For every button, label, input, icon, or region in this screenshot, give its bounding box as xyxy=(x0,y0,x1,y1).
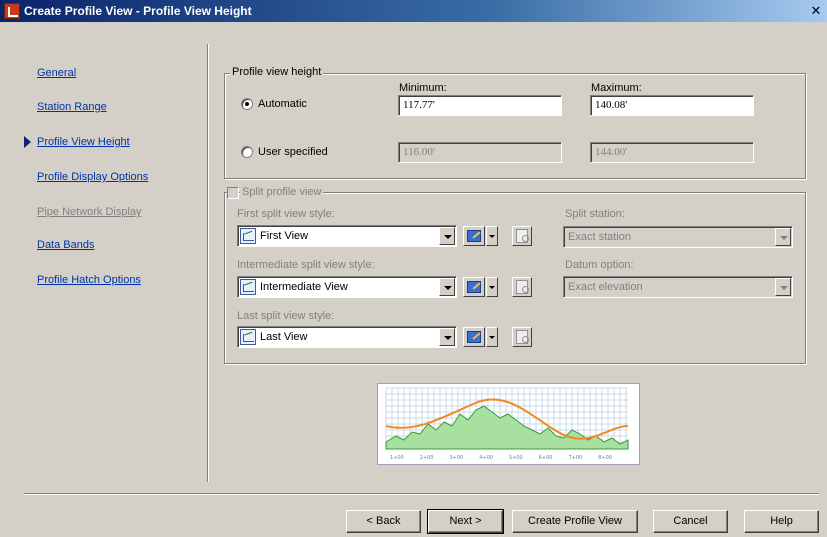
close-icon[interactable]: ✕ xyxy=(807,2,825,20)
intermediate-split-style-select[interactable]: Intermediate View xyxy=(237,276,457,298)
edit-style-icon xyxy=(467,331,481,343)
user-minimum-field: 116.00' xyxy=(398,142,562,163)
nav-item-general[interactable]: General xyxy=(37,67,76,79)
user-specified-radio[interactable] xyxy=(241,146,253,158)
first-split-style-label: First split view style: xyxy=(237,208,335,220)
user-specified-label[interactable]: User specified xyxy=(258,146,328,158)
nav-item-profile-view-height[interactable]: Profile View Height xyxy=(37,136,130,148)
datum-option-value: Exact elevation xyxy=(568,281,643,293)
profile-view-height-legend: Profile view height xyxy=(230,66,324,78)
chevron-down-icon[interactable] xyxy=(439,328,455,346)
vertical-divider xyxy=(207,44,209,482)
preview-style-icon xyxy=(512,327,532,347)
edit-style-icon xyxy=(467,281,481,293)
window-title: Create Profile View - Profile View Heigh… xyxy=(24,4,252,18)
edit-style-dropdown-button[interactable] xyxy=(486,327,498,347)
last-split-style-value: Last View xyxy=(260,331,308,343)
help-button[interactable]: Help xyxy=(744,510,819,533)
station-label: 4+00 xyxy=(479,455,493,461)
chevron-down-icon[interactable] xyxy=(439,278,455,296)
profile-view-height-group xyxy=(224,73,806,179)
split-station-value: Exact station xyxy=(568,231,631,243)
profile-view-preview: 1+00 2+00 3+00 4+00 5+00 6+00 7+00 8+00 xyxy=(377,383,640,465)
user-maximum-field: 144.00' xyxy=(590,142,754,163)
station-label: 1+00 xyxy=(390,455,404,461)
edit-style-icon xyxy=(467,230,481,242)
chevron-down-icon xyxy=(775,228,791,246)
datum-option-label: Datum option: xyxy=(565,259,634,271)
edit-style-button[interactable] xyxy=(463,226,485,246)
split-profile-view-checkbox[interactable] xyxy=(227,187,239,199)
split-station-label: Split station: xyxy=(565,208,625,220)
first-split-style-select[interactable]: First View xyxy=(237,225,457,247)
maximum-label: Maximum: xyxy=(591,82,642,94)
nav-item-data-bands[interactable]: Data Bands xyxy=(37,239,94,251)
cancel-button[interactable]: Cancel xyxy=(653,510,728,533)
profile-view-style-icon xyxy=(240,228,256,244)
preview-style-icon xyxy=(512,226,532,246)
next-button[interactable]: Next > xyxy=(427,509,504,534)
station-label: 7+00 xyxy=(569,455,583,461)
back-button[interactable]: < Back xyxy=(346,510,421,533)
station-label: 2+00 xyxy=(420,455,434,461)
first-split-style-value: First View xyxy=(260,230,309,242)
chevron-down-icon xyxy=(775,278,791,296)
preview-style-icon xyxy=(512,277,532,297)
automatic-label[interactable]: Automatic xyxy=(258,98,307,110)
station-label: 5+00 xyxy=(509,455,523,461)
horizontal-divider xyxy=(24,493,819,495)
station-labels: 1+00 2+00 3+00 4+00 5+00 6+00 7+00 8+00 xyxy=(390,455,612,461)
nav-item-profile-display-options[interactable]: Profile Display Options xyxy=(37,171,148,183)
app-icon xyxy=(4,3,20,19)
chevron-down-icon[interactable] xyxy=(439,227,455,245)
edit-style-button[interactable] xyxy=(463,327,485,347)
automatic-radio[interactable] xyxy=(241,98,253,110)
automatic-minimum-field[interactable]: 117.77' xyxy=(398,95,562,116)
profile-view-style-icon xyxy=(240,329,256,345)
edit-style-button[interactable] xyxy=(463,277,485,297)
station-label: 6+00 xyxy=(539,455,553,461)
automatic-maximum-field[interactable]: 140.08' xyxy=(590,95,754,116)
current-page-arrow-icon xyxy=(24,136,31,148)
datum-option-select: Exact elevation xyxy=(563,276,793,298)
minimum-label: Minimum: xyxy=(399,82,447,94)
edit-style-dropdown-button[interactable] xyxy=(486,277,498,297)
profile-preview-graphic: 1+00 2+00 3+00 4+00 5+00 6+00 7+00 8+00 xyxy=(385,387,629,461)
station-label: 3+00 xyxy=(450,455,464,461)
nav-item-pipe-network-display: Pipe Network Display xyxy=(37,206,142,218)
station-label: 8+00 xyxy=(598,455,612,461)
profile-view-style-icon xyxy=(240,279,256,295)
last-split-style-label: Last split view style: xyxy=(237,310,335,322)
create-profile-view-button[interactable]: Create Profile View xyxy=(512,510,638,533)
title-bar: Create Profile View - Profile View Heigh… xyxy=(0,0,827,22)
split-station-select: Exact station xyxy=(563,226,793,248)
edit-style-dropdown-button[interactable] xyxy=(486,226,498,246)
nav-item-profile-hatch-options[interactable]: Profile Hatch Options xyxy=(37,274,141,286)
split-profile-view-label: Split profile view xyxy=(240,186,324,198)
last-split-style-select[interactable]: Last View xyxy=(237,326,457,348)
intermediate-split-style-value: Intermediate View xyxy=(260,281,348,293)
nav-item-station-range[interactable]: Station Range xyxy=(37,101,107,113)
intermediate-split-style-label: Intermediate split view style: xyxy=(237,259,375,271)
